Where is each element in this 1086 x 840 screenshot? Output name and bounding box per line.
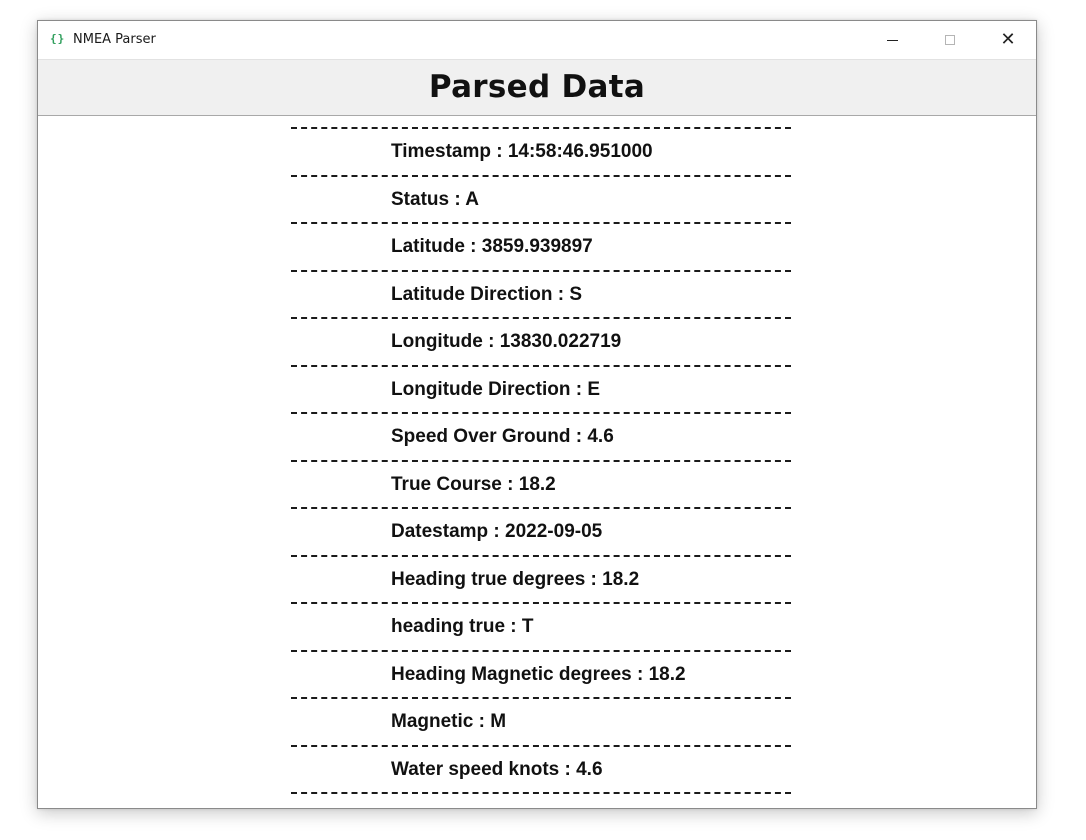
parsed-field-list: Timestamp : 14:58:46.951000 Status : A L…	[291, 127, 791, 794]
field-row-heading-true-degrees: Heading true degrees : 18.2	[291, 557, 791, 603]
minimize-icon	[886, 39, 898, 41]
field-text: Speed Over Ground : 4.6	[391, 426, 614, 447]
field-text: Latitude : 3859.939897	[391, 236, 593, 257]
page-header: Parsed Data	[38, 59, 1036, 116]
close-icon: ✕	[1000, 29, 1016, 50]
field-row-timestamp: Timestamp : 14:58:46.951000	[291, 129, 791, 175]
window-title: NMEA Parser	[73, 32, 156, 47]
field-row-magnetic: Magnetic : M	[291, 699, 791, 745]
braces-icon: {}	[50, 32, 66, 45]
field-text: Latitude Direction : S	[391, 283, 583, 305]
close-button[interactable]: ✕	[979, 21, 1036, 59]
field-text: Longitude : 13830.022719	[391, 331, 622, 352]
field-row-datestamp: Datestamp : 2022-09-05	[291, 509, 791, 555]
page-title: Parsed Data	[428, 69, 646, 105]
field-text: Datestamp : 2022-09-05	[391, 521, 603, 542]
field-row-longitude: Longitude : 13830.022719	[291, 319, 791, 365]
field-row-true-course: True Course : 18.2	[291, 462, 791, 508]
minimize-button[interactable]	[863, 21, 921, 59]
field-text: Timestamp : 14:58:46.951000	[391, 141, 653, 162]
maximize-icon	[945, 35, 955, 45]
field-text: Status : A	[391, 188, 479, 210]
maximize-button[interactable]	[921, 21, 979, 59]
parsed-data-panel[interactable]: Timestamp : 14:58:46.951000 Status : A L…	[38, 116, 1036, 808]
app-window: {} NMEA Parser ✕ Parsed Data Timestamp :…	[37, 20, 1037, 809]
field-row-speed-over-ground: Speed Over Ground : 4.6	[291, 414, 791, 460]
field-row-water-speed-knots: Water speed knots : 4.6	[291, 747, 791, 793]
field-row-status: Status : A	[291, 177, 791, 223]
field-text: Longitude Direction : E	[391, 378, 600, 400]
field-text: Heading Magnetic degrees : 18.2	[391, 663, 686, 685]
dashed-separator	[291, 792, 791, 794]
field-text: Water speed knots : 4.6	[391, 758, 603, 780]
field-row-latitude: Latitude : 3859.939897	[291, 224, 791, 270]
field-text: Heading true degrees : 18.2	[391, 568, 640, 590]
title-bar[interactable]: {} NMEA Parser ✕	[38, 21, 1036, 59]
field-row-heading-true: heading true : T	[291, 604, 791, 650]
field-row-latitude-direction: Latitude Direction : S	[291, 272, 791, 318]
field-text: heading true : T	[391, 616, 534, 637]
field-row-longitude-direction: Longitude Direction : E	[291, 367, 791, 413]
field-text: Magnetic : M	[391, 711, 507, 732]
field-row-heading-magnetic-degrees: Heading Magnetic degrees : 18.2	[291, 652, 791, 698]
field-text: True Course : 18.2	[391, 473, 556, 495]
